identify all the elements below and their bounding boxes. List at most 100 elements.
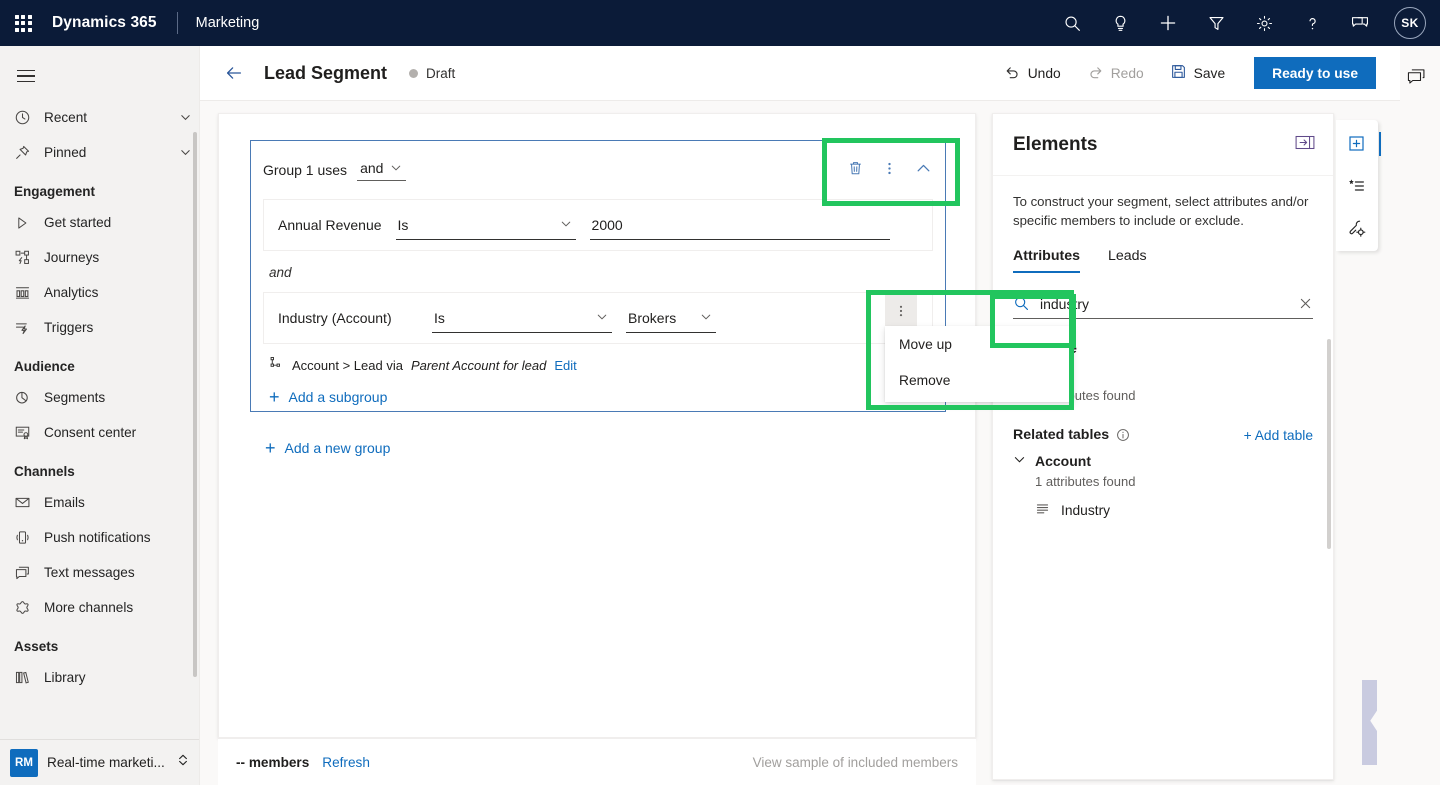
condition-more-options-button[interactable]	[885, 295, 917, 326]
group-more-options-button[interactable]	[873, 152, 905, 184]
attribute-item-industry[interactable]: Industry	[993, 489, 1333, 519]
app-name-label[interactable]: Marketing	[196, 15, 260, 31]
app-launcher-button[interactable]	[0, 0, 46, 46]
context-menu-item-remove[interactable]: Remove	[885, 362, 1073, 398]
attribute-search-field[interactable]: industry	[1013, 289, 1313, 320]
add-elements-icon[interactable]	[1341, 128, 1381, 160]
plus-icon[interactable]	[1144, 0, 1192, 46]
redo-button[interactable]: Redo	[1074, 56, 1157, 90]
undo-icon	[1004, 63, 1021, 83]
condition-operator-dropdown[interactable]: Is	[432, 303, 612, 333]
add-new-group-button[interactable]: + Add a new group	[265, 439, 390, 457]
more-options-icon	[887, 162, 891, 174]
group-operator-dropdown[interactable]: and	[357, 160, 407, 181]
condition-value-dropdown[interactable]: Brokers	[626, 303, 716, 333]
sidebar-item-emails[interactable]: Emails	[0, 485, 199, 520]
collapse-group-button[interactable]	[907, 152, 939, 184]
chevron-down-icon	[560, 217, 572, 233]
sidebar-item-push-notifications[interactable]: Push notifications	[0, 520, 199, 555]
tab-leads[interactable]: Leads	[1108, 248, 1147, 273]
gear-icon[interactable]	[1240, 0, 1288, 46]
more-options-icon	[899, 305, 903, 316]
account-attributes-count: 1 attributes found	[1035, 474, 1136, 490]
relationship-path: Account > Lead via	[292, 357, 403, 373]
search-icon[interactable]	[1048, 0, 1096, 46]
consent-icon	[14, 424, 44, 441]
related-tables-header: Related tables + Add table	[993, 403, 1333, 443]
segments-icon	[14, 389, 44, 406]
sidebar-item-more-channels[interactable]: More channels	[0, 590, 199, 625]
sidebar-item-recent[interactable]: Recent	[0, 100, 199, 135]
sidebar-item-label: Library	[44, 670, 86, 685]
add-subgroup-label: Add a subgroup	[288, 389, 388, 405]
status-badge: Draft	[409, 66, 455, 81]
ready-to-use-button[interactable]: Ready to use	[1254, 57, 1376, 89]
user-avatar[interactable]: SK	[1394, 7, 1426, 39]
info-icon[interactable]	[1116, 428, 1130, 442]
feedback-icon[interactable]	[1400, 60, 1432, 92]
play-icon	[14, 215, 44, 231]
collapse-panel-icon[interactable]	[1295, 134, 1315, 156]
sidebar-item-label: More channels	[44, 600, 134, 615]
save-icon	[1170, 63, 1187, 83]
chevron-down-icon	[596, 310, 608, 326]
condition-attribute-label: Industry (Account)	[278, 310, 392, 326]
sidebar-item-library[interactable]: Library	[0, 660, 199, 695]
tab-attributes[interactable]: Attributes	[1013, 248, 1080, 274]
condition-operator-dropdown[interactable]: Is	[395, 210, 576, 240]
app-area-switcher[interactable]: RM Real-time marketi...	[0, 739, 199, 785]
pin-icon	[14, 144, 44, 161]
push-icon	[14, 529, 44, 546]
sidebar-item-analytics[interactable]: Analytics	[0, 275, 199, 310]
add-subgroup-button[interactable]: + Add a subgroup	[251, 374, 945, 406]
sidebar-item-text-messages[interactable]: Text messages	[0, 555, 199, 590]
view-sample-button[interactable]: View sample of included members	[753, 755, 958, 770]
filter-icon[interactable]	[1192, 0, 1240, 46]
sidebar-item-label: Get started	[44, 215, 112, 230]
condition-attribute-label: Annual Revenue	[278, 217, 382, 233]
elements-panel-scrollbar-thumb[interactable]	[1327, 339, 1331, 549]
feedback-icon[interactable]	[1336, 0, 1384, 46]
top-navigation-bar: Dynamics 365 Marketing SK	[0, 0, 1440, 46]
elements-panel-tabs: Attributes Leads	[993, 230, 1333, 274]
relationship-edit-link[interactable]: Edit	[554, 358, 576, 373]
sidebar-item-triggers[interactable]: Triggers	[0, 310, 199, 345]
sidebar-item-segments[interactable]: Segments	[0, 380, 199, 415]
add-table-button[interactable]: + Add table	[1244, 428, 1313, 443]
delete-group-button[interactable]	[839, 152, 871, 184]
brand-title[interactable]: Dynamics 365	[52, 14, 157, 32]
segment-builder-card: Group 1 uses and Annual Revenue Is 2000 …	[218, 113, 976, 738]
sidebar-item-label: Recent	[44, 110, 88, 125]
lightbulb-icon[interactable]	[1096, 0, 1144, 46]
sidebar-item-consent-center[interactable]: Consent center	[0, 415, 199, 450]
delete-icon	[849, 161, 861, 174]
sidebar-item-get-started[interactable]: Get started	[0, 205, 199, 240]
prioritize-icon[interactable]	[1341, 170, 1373, 202]
search-icon	[1013, 295, 1030, 312]
group-label: Group 1 uses	[263, 162, 348, 178]
app-switcher-chevron-icon[interactable]	[176, 753, 190, 772]
optionset-icon	[1035, 501, 1050, 519]
chevron-up-icon	[917, 164, 929, 171]
clock-icon	[14, 109, 44, 126]
clear-icon[interactable]	[1298, 296, 1313, 311]
hamburger-icon	[17, 66, 35, 86]
refresh-button[interactable]: Refresh	[322, 755, 370, 770]
save-button[interactable]: Save	[1157, 56, 1238, 90]
sidebar-item-journeys[interactable]: Journeys	[0, 240, 199, 275]
question-icon[interactable]	[1288, 0, 1336, 46]
sidebar-scrollbar-thumb[interactable]	[193, 132, 197, 677]
chevron-down-icon[interactable]	[171, 111, 199, 124]
sidebar-item-pinned[interactable]: Pinned	[0, 135, 199, 170]
segment-footer-bar: -- members Refresh View sample of includ…	[218, 738, 976, 785]
tree-node-account[interactable]: Account	[993, 443, 1333, 469]
sidebar-toggle-button[interactable]	[4, 54, 48, 98]
context-menu-item-move-up[interactable]: Move up	[885, 326, 1073, 362]
tools-icon[interactable]	[1341, 212, 1373, 244]
undo-button[interactable]: Undo	[991, 56, 1074, 90]
plus-icon: +	[265, 438, 276, 458]
condition-value-input[interactable]: 2000	[589, 210, 890, 240]
sidebar-item-label: Consent center	[44, 425, 137, 440]
back-button[interactable]	[216, 55, 252, 91]
chevron-down-icon	[392, 165, 401, 171]
